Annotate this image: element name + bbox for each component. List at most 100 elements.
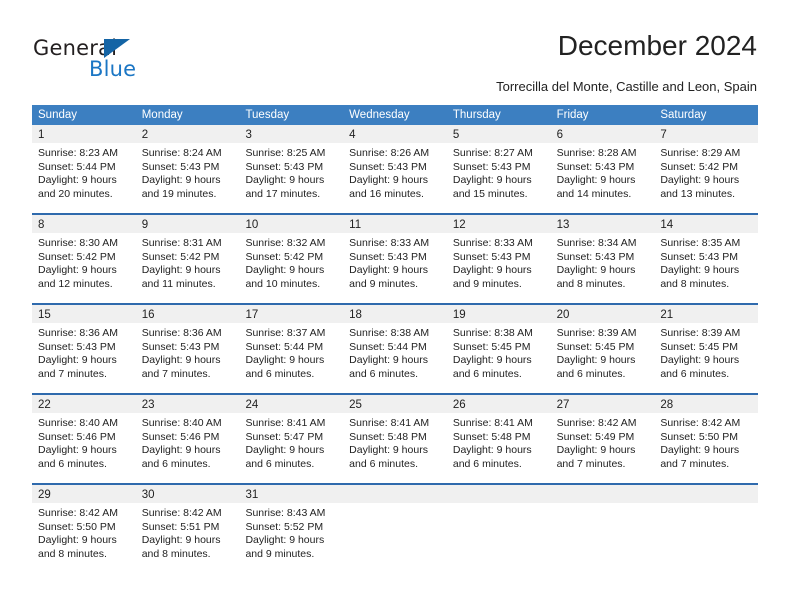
day-number-band [343, 485, 447, 503]
weekday-header-friday: Friday [556, 109, 589, 121]
day-details: Sunrise: 8:25 AM Sunset: 5:43 PM Daylight:… [239, 143, 343, 201]
calendar-day-cell[interactable]: 5 Sunrise: 8:27 AM Sunset: 5:43 PM Daylight… [446, 125, 551, 213]
daylight-text-line2: and 14 minutes. [556, 187, 632, 200]
day-number: 1 [38, 129, 45, 141]
day-number: 15 [38, 309, 51, 321]
day-number-band: 16 [135, 305, 240, 323]
day-number-band: 26 [446, 395, 551, 413]
daylight-text-line2: and 20 minutes. [38, 187, 113, 200]
day-number-band: 28 [654, 395, 759, 413]
sunrise-text: Sunrise: 8:25 AM [245, 147, 326, 159]
day-number-band: 6 [550, 125, 655, 143]
weekday-header-thursday: Thursday [452, 109, 501, 121]
weekday-header-wednesday: Wednesday [349, 109, 410, 121]
calendar-day-cell[interactable]: 1 Sunrise: 8:23 AM Sunset: 5:44 PM Daylight… [32, 125, 136, 213]
day-number: 6 [556, 129, 563, 141]
sunset-text: Sunset: 5:42 PM [660, 160, 738, 173]
calendar-day-cell[interactable]: 20 Sunrise: 8:39 AM Sunset: 5:45 PM Dayligh… [550, 305, 655, 393]
logo-text-blue: Blue [89, 57, 137, 81]
calendar-day-cell[interactable]: 2 Sunrise: 8:24 AM Sunset: 5:43 PM Daylight… [135, 125, 240, 213]
day-number-band: 21 [654, 305, 759, 323]
day-number: 19 [452, 309, 466, 321]
day-details: Sunrise: 8:43 AM Sunset: 5:52 PM Daylight:… [239, 503, 343, 561]
sunset-text: Sunset: 5:43 PM [141, 160, 220, 173]
calendar-day-cell[interactable]: 24 Sunrise: 8:41 AM Sunset: 5:47 PM Dayligh… [239, 395, 344, 483]
calendar-day-cell[interactable]: 17 Sunrise: 8:37 AM Sunset: 5:44 PM Dayligh… [239, 305, 344, 393]
day-number-band: 24 [239, 395, 344, 413]
day-details [654, 503, 758, 507]
calendar-day-cell[interactable]: 7 Sunrise: 8:29 AM Sunset: 5:42 PM Daylight… [654, 125, 759, 213]
sunset-text: Sunset: 5:48 PM [349, 430, 427, 443]
sunset-text: Sunset: 5:43 PM [452, 160, 531, 173]
calendar-day-cell[interactable]: 25 Sunrise: 8:41 AM Sunset: 5:48 PM Dayligh… [343, 395, 447, 483]
calendar-day-cell[interactable]: 22 Sunrise: 8:40 AM Sunset: 5:46 PM Dayligh… [32, 395, 136, 483]
day-number: 23 [141, 399, 155, 411]
calendar-day-cell[interactable]: 19 Sunrise: 8:38 AM Sunset: 5:45 PM Dayligh… [446, 305, 551, 393]
calendar-day-cell[interactable]: 27 Sunrise: 8:42 AM Sunset: 5:49 PM Dayligh… [550, 395, 655, 483]
calendar-day-cell[interactable]: 26 Sunrise: 8:41 AM Sunset: 5:48 PM Dayligh… [446, 395, 551, 483]
daylight-text-line2: and 16 minutes. [349, 187, 424, 200]
calendar-day-cell[interactable]: 18 Sunrise: 8:38 AM Sunset: 5:44 PM Dayligh… [343, 305, 447, 393]
daylight-text-line2: and 9 minutes. [245, 547, 315, 560]
day-details: Sunrise: 8:42 AM Sunset: 5:49 PM Daylight:… [551, 413, 655, 471]
calendar-day-cell[interactable]: 21 Sunrise: 8:39 AM Sunset: 5:45 PM Dayligh… [654, 305, 759, 393]
day-number-band [550, 485, 655, 503]
day-details [551, 503, 655, 507]
calendar-day-cell[interactable]: 16 Sunrise: 8:36 AM Sunset: 5:43 PM Dayligh… [135, 305, 240, 393]
sunrise-text: Sunrise: 8:31 AM [141, 237, 222, 249]
calendar-day-cell[interactable]: 6 Sunrise: 8:28 AM Sunset: 5:43 PM Daylight… [550, 125, 655, 213]
calendar-day-cell[interactable]: 4 Sunrise: 8:26 AM Sunset: 5:43 PM Daylight… [343, 125, 447, 213]
calendar-day-cell[interactable]: 8 Sunrise: 8:30 AM Sunset: 5:42 PM Daylight… [32, 215, 136, 303]
day-details [447, 503, 551, 507]
daylight-text-line2: and 6 minutes. [452, 457, 522, 470]
calendar-day-cell[interactable]: 9 Sunrise: 8:31 AM Sunset: 5:42 PM Daylight… [135, 215, 240, 303]
daylight-text-line1: Daylight: 9 hours [141, 174, 221, 187]
daylight-text-line2: and 10 minutes. [245, 277, 321, 290]
daylight-text-line2: and 6 minutes. [141, 457, 211, 470]
daylight-text-line1: Daylight: 9 hours [452, 174, 532, 187]
calendar-day-cell[interactable]: 13 Sunrise: 8:34 AM Sunset: 5:43 PM Dayligh… [550, 215, 655, 303]
day-number-band [446, 485, 551, 503]
day-number-band: 17 [239, 305, 344, 323]
sunset-text: Sunset: 5:42 PM [141, 250, 220, 263]
daylight-text-line1: Daylight: 9 hours [141, 264, 221, 277]
sunset-text: Sunset: 5:44 PM [38, 160, 116, 173]
calendar-day-cell[interactable]: 28 Sunrise: 8:42 AM Sunset: 5:50 PM Dayligh… [654, 395, 759, 483]
daylight-text-line1: Daylight: 9 hours [141, 354, 221, 367]
calendar-day-cell-empty [550, 485, 655, 573]
calendar-day-cell[interactable]: 29 Sunrise: 8:42 AM Sunset: 5:50 PM Dayligh… [32, 485, 136, 573]
day-number: 4 [349, 129, 356, 141]
calendar-day-cell[interactable]: 15 Sunrise: 8:36 AM Sunset: 5:43 PM Dayligh… [32, 305, 136, 393]
calendar-day-cell[interactable]: 30 Sunrise: 8:42 AM Sunset: 5:51 PM Dayligh… [135, 485, 240, 573]
calendar-day-cell[interactable]: 14 Sunrise: 8:35 AM Sunset: 5:43 PM Dayligh… [654, 215, 759, 303]
sunrise-text: Sunrise: 8:39 AM [556, 327, 637, 339]
sunrise-text: Sunrise: 8:36 AM [141, 327, 222, 339]
day-number: 22 [38, 399, 51, 411]
day-details: Sunrise: 8:33 AM Sunset: 5:43 PM Daylight:… [343, 233, 447, 291]
daylight-text-line1: Daylight: 9 hours [660, 354, 740, 367]
logo-triangle-icon [104, 39, 130, 58]
sunrise-text: Sunrise: 8:39 AM [660, 327, 741, 339]
day-number-band: 7 [654, 125, 759, 143]
sunset-text: Sunset: 5:47 PM [245, 430, 324, 443]
day-details: Sunrise: 8:30 AM Sunset: 5:42 PM Daylight:… [32, 233, 136, 291]
calendar-day-cell[interactable]: 31 Sunrise: 8:43 AM Sunset: 5:52 PM Dayligh… [239, 485, 344, 573]
sunrise-text: Sunrise: 8:32 AM [245, 237, 326, 249]
calendar-table: Sunday Monday Tuesday Wednesday Thursday… [32, 105, 759, 573]
sunrise-text: Sunrise: 8:23 AM [38, 147, 118, 159]
day-number: 12 [452, 219, 466, 231]
calendar-day-cell[interactable]: 11 Sunrise: 8:33 AM Sunset: 5:43 PM Dayligh… [343, 215, 447, 303]
calendar-day-cell[interactable]: 3 Sunrise: 8:25 AM Sunset: 5:43 PM Daylight… [239, 125, 344, 213]
day-details: Sunrise: 8:42 AM Sunset: 5:50 PM Daylight:… [32, 503, 136, 561]
calendar-day-cell[interactable]: 23 Sunrise: 8:40 AM Sunset: 5:46 PM Dayligh… [135, 395, 240, 483]
calendar-day-cell[interactable]: 10 Sunrise: 8:32 AM Sunset: 5:42 PM Dayligh… [239, 215, 344, 303]
day-details: Sunrise: 8:33 AM Sunset: 5:43 PM Daylight:… [447, 233, 551, 291]
calendar-week-row: 15 Sunrise: 8:36 AM Sunset: 5:43 PM Dayligh… [32, 303, 759, 393]
daylight-text-line1: Daylight: 9 hours [349, 174, 428, 187]
day-number: 3 [245, 129, 252, 141]
weekday-header-row: Sunday Monday Tuesday Wednesday Thursday… [32, 105, 758, 125]
daylight-text-line1: Daylight: 9 hours [38, 264, 117, 277]
sunrise-text: Sunrise: 8:41 AM [452, 417, 533, 429]
sunset-text: Sunset: 5:49 PM [556, 430, 635, 443]
calendar-day-cell[interactable]: 12 Sunrise: 8:33 AM Sunset: 5:43 PM Dayligh… [446, 215, 551, 303]
